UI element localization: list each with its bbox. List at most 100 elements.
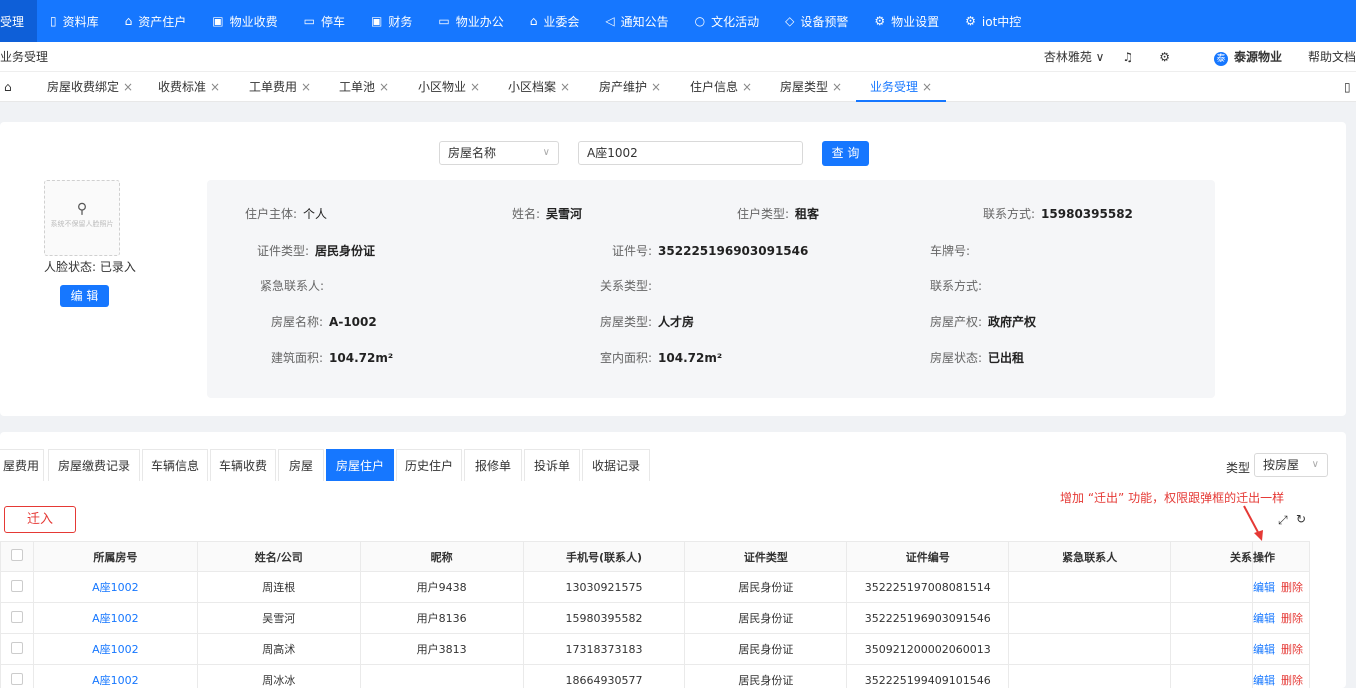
face-photo-box[interactable]: ⚲ 系统不保留人脸照片: [44, 180, 120, 256]
table-row: A座1002 周高沭 用户3813 17318373183 居民身份证 3509…: [0, 633, 1310, 665]
checkbox[interactable]: [10, 579, 23, 592]
header-right: 杏林雅苑 ∨ ♫ ⚙ 泰泰源物业 帮助文档: [1026, 42, 1356, 72]
col-actions: 操作: [1252, 541, 1310, 572]
nav-item-culture[interactable]: ○ 文化活动: [682, 0, 773, 42]
nav-item-fees[interactable]: ▣ 物业收费: [199, 0, 290, 42]
close-icon[interactable]: ×: [832, 80, 842, 94]
nav-item-device-alarm[interactable]: ◇ 设备预警: [772, 0, 861, 42]
tab-property-maintenance[interactable]: 房产维护 ×: [599, 72, 661, 102]
edit-link[interactable]: 编辑: [1253, 612, 1275, 625]
row-checkbox[interactable]: [0, 571, 34, 603]
nav-item-office[interactable]: ▭ 物业办公: [425, 0, 516, 42]
page-tabs: ⌂ 房屋收费绑定 × 收费标准 × 工单费用 × 工单池 × 小区物业 × 小区档案 × 房…: [0, 72, 1356, 102]
bell-icon[interactable]: ♫: [1122, 50, 1133, 64]
home-icon[interactable]: ⌂: [4, 72, 12, 102]
type-filter-label: 类型: [1226, 461, 1251, 475]
refresh-icon[interactable]: ↻: [1296, 512, 1306, 526]
subtab-house-residents[interactable]: 房屋住户: [326, 449, 394, 481]
tab-work-order-pool[interactable]: 工单池 ×: [339, 72, 389, 102]
select-all-checkbox[interactable]: [0, 541, 34, 572]
house-no-link[interactable]: A座1002: [32, 571, 198, 603]
search-type-select[interactable]: 房屋名称 ∨: [439, 141, 559, 165]
close-icon[interactable]: ×: [742, 80, 752, 94]
subtab-complaints[interactable]: 投诉单: [524, 449, 580, 481]
cell-id-number: 352225199409101546: [846, 664, 1010, 688]
tab-resident-info[interactable]: 住户信息 ×: [690, 72, 752, 102]
delete-link[interactable]: 删除: [1281, 643, 1303, 656]
settings-icon[interactable]: ⚙: [1159, 50, 1170, 64]
delete-link[interactable]: 删除: [1281, 581, 1303, 594]
subtab-history-residents[interactable]: 历史住户: [396, 449, 462, 481]
nav-item-notice[interactable]: ◁ 通知公告: [592, 0, 681, 42]
face-edit-button[interactable]: 编 辑: [60, 285, 109, 307]
nav-item-library[interactable]: ▯ 资料库: [37, 0, 112, 42]
nav-item-finance[interactable]: ▣ 财务: [358, 0, 425, 42]
house-no-link[interactable]: A座1002: [32, 633, 198, 665]
cell-actions: 编辑 删除: [1252, 602, 1310, 634]
nav-item-assets[interactable]: ⌂ 资产住户: [112, 0, 200, 42]
checkbox[interactable]: [10, 549, 23, 561]
building-area-field: 建筑面积: 104.72m²: [271, 351, 394, 365]
cell-emergency: [1008, 602, 1172, 634]
close-icon[interactable]: ×: [379, 80, 389, 94]
house-no-link[interactable]: A座1002: [32, 602, 198, 634]
checkbox[interactable]: [10, 672, 23, 685]
tab-house-fee-binding[interactable]: 房屋收费绑定 ×: [47, 72, 133, 102]
subtab-receipts[interactable]: 收据记录: [582, 449, 650, 481]
search-button[interactable]: 查 询: [822, 141, 869, 166]
close-icon[interactable]: ×: [210, 80, 220, 94]
edit-link[interactable]: 编辑: [1253, 643, 1275, 656]
search-input[interactable]: A座1002: [578, 141, 803, 165]
chevron-down-icon: ∨: [1311, 459, 1319, 470]
row-checkbox[interactable]: [0, 633, 34, 665]
subtab-vehicle-info[interactable]: 车辆信息: [142, 449, 208, 481]
type-filter-select[interactable]: 按房屋 ∨: [1254, 453, 1328, 477]
building-icon: ⌂: [529, 14, 538, 28]
chevron-down-icon: ∨: [542, 147, 550, 158]
table-row: A座1002 吴雪河 用户8136 15980395582 居民身份证 3522…: [0, 602, 1310, 634]
house-no-link[interactable]: A座1002: [32, 664, 198, 688]
delete-link[interactable]: 删除: [1281, 612, 1303, 625]
close-icon[interactable]: ×: [301, 80, 311, 94]
edit-link[interactable]: 编辑: [1253, 674, 1275, 687]
tab-fee-standard[interactable]: 收费标准 ×: [158, 72, 220, 102]
home-icon: ⌂: [124, 14, 133, 28]
tab-house-type[interactable]: 房屋类型 ×: [780, 72, 842, 102]
subtab-house[interactable]: 房屋: [278, 449, 324, 481]
nav-item-iot[interactable]: ⚙ iot中控: [952, 0, 1034, 42]
nav-item-committee[interactable]: ⌂ 业委会: [517, 0, 593, 42]
close-icon[interactable]: ×: [651, 80, 661, 94]
help-link[interactable]: 帮助文档: [1308, 48, 1356, 65]
nav-item-parking[interactable]: ▭ 停车: [291, 0, 358, 42]
close-icon[interactable]: ×: [560, 80, 570, 94]
col-phone: 手机号(联系人): [522, 541, 686, 572]
close-icon[interactable]: ×: [470, 80, 480, 94]
nav-item-acceptance[interactable]: 受理: [0, 0, 38, 42]
close-icon[interactable]: ×: [922, 80, 932, 94]
subtab-vehicle-fee[interactable]: 车辆收费: [210, 449, 276, 481]
close-icon[interactable]: ×: [123, 80, 133, 94]
tab-community-archive[interactable]: 小区档案 ×: [508, 72, 570, 102]
col-house-no: 所属房号: [32, 541, 198, 572]
checkbox[interactable]: [10, 610, 23, 623]
annotation-arrow-icon: [1243, 505, 1263, 541]
tab-work-order-fee[interactable]: 工单费用 ×: [249, 72, 311, 102]
fullscreen-icon[interactable]: ⤢: [1278, 513, 1288, 528]
row-checkbox[interactable]: [0, 664, 34, 688]
cell-name: 吴雪河: [196, 602, 361, 634]
move-in-button[interactable]: 迁入: [4, 506, 76, 533]
subtab-repair-orders[interactable]: 报修单: [464, 449, 522, 481]
subtab-payment-records[interactable]: 房屋缴费记录: [48, 449, 140, 481]
tab-business-acceptance[interactable]: 业务受理 ×: [856, 72, 947, 102]
layout-icon[interactable]: ▯: [1344, 72, 1351, 102]
company-name[interactable]: 泰泰源物业: [1196, 48, 1282, 66]
cell-relation: [1170, 571, 1253, 603]
subtab-house-fee[interactable]: 屋费用: [0, 449, 44, 481]
community-selector[interactable]: 杏林雅苑 ∨: [1044, 48, 1105, 65]
checkbox[interactable]: [10, 641, 23, 654]
delete-link[interactable]: 删除: [1281, 674, 1303, 687]
nav-item-settings[interactable]: ⚙ 物业设置: [861, 0, 952, 42]
tab-community-property[interactable]: 小区物业 ×: [418, 72, 480, 102]
row-checkbox[interactable]: [0, 602, 34, 634]
edit-link[interactable]: 编辑: [1253, 581, 1275, 594]
